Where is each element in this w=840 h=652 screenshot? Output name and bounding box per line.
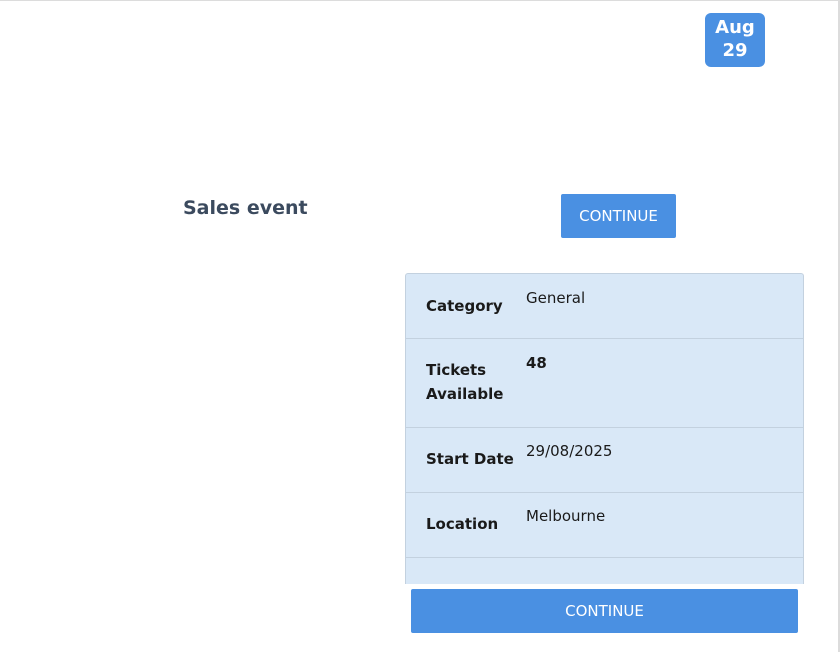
tickets-label-line1: Tickets <box>426 361 487 379</box>
start-date-label: Start Date <box>426 450 514 468</box>
event-title: Sales event <box>183 197 308 219</box>
category-value: General <box>526 289 586 307</box>
event-details-table: Category General Tickets Available 48 St… <box>405 273 804 584</box>
date-badge: Aug 29 <box>705 13 765 67</box>
location-value: Melbourne <box>526 507 606 525</box>
date-badge-month: Aug <box>715 17 755 38</box>
tickets-label-line2: Available <box>426 385 504 403</box>
continue-button-bottom[interactable]: CONTINUE <box>411 589 798 633</box>
continue-button-top[interactable]: CONTINUE <box>561 194 676 238</box>
date-badge-day: 29 <box>722 40 748 61</box>
event-page: Aug 29 Sales event CONTINUE Category Gen… <box>0 0 840 652</box>
details-row-start-date: Start Date 29/08/2025 <box>406 428 803 493</box>
tickets-available-label: Tickets Available <box>406 339 526 427</box>
details-row-tickets: Tickets Available 48 <box>406 339 803 428</box>
tickets-available-value: 48 <box>526 354 547 372</box>
details-row-location: Location Melbourne <box>406 493 803 558</box>
location-label: Location <box>426 515 499 533</box>
details-row-category: Category General <box>406 274 803 339</box>
category-label: Category <box>426 297 503 315</box>
start-date-value: 29/08/2025 <box>526 442 613 460</box>
